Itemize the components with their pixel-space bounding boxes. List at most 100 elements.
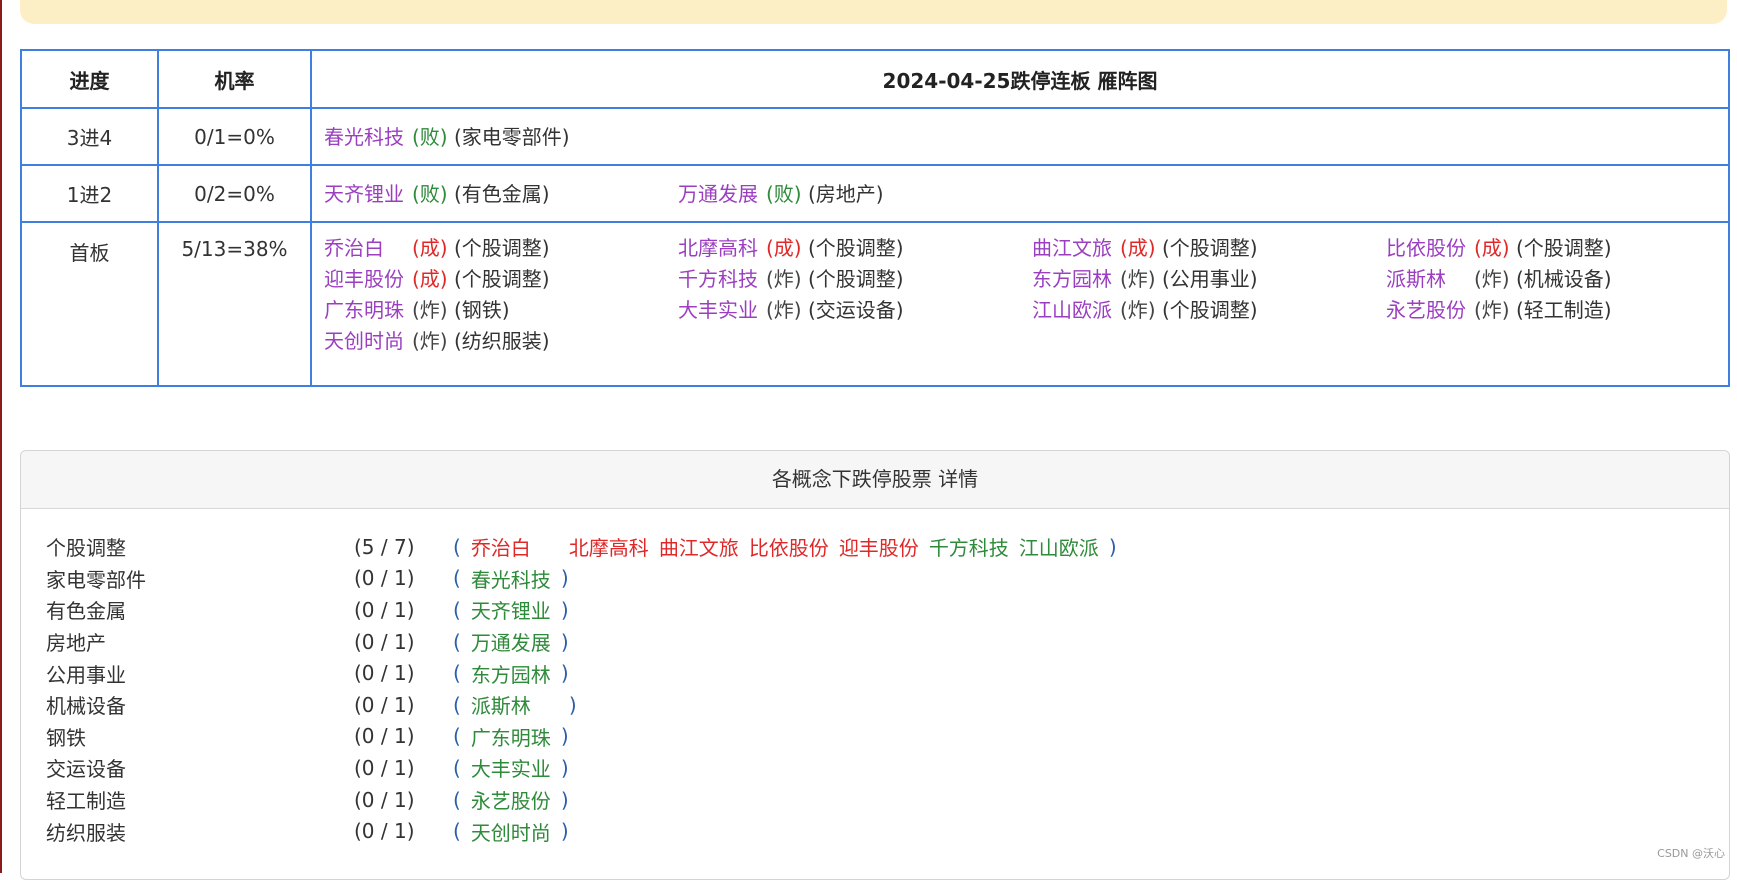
open-paren: ( (453, 661, 461, 686)
stock-entry: 乔治白 (成) (个股调整) (324, 237, 678, 259)
concept-name: 有色金属 (46, 599, 126, 624)
stock-result: (炸) (1120, 298, 1156, 322)
stock-entry: 广东明珠 (炸) (钢铁) (324, 299, 678, 321)
concept-row: 纺织服装 (0 / 1) (天创时尚) (46, 815, 1117, 847)
concept-stock-link[interactable]: 曲江文旅 (659, 532, 739, 561)
concept-stock-link[interactable]: 派斯林 (471, 690, 559, 719)
stock-result: (败) (766, 181, 802, 206)
concept-stock-link[interactable]: 万通发展 (471, 627, 551, 656)
limit-down-ladder-table: 进度 机率 2024-04-25跌停连板 雁阵图 3进4 0/1=0% 春光科技… (20, 49, 1730, 387)
concept-row: 家电零部件 (0 / 1) ( 春光科技) (46, 563, 1117, 595)
close-paren: ) (560, 724, 569, 749)
stock-result: (成) (1120, 236, 1156, 260)
concept-stock-link[interactable]: 大丰实业 (471, 753, 551, 782)
stocks-cell: 天齐锂业 (败) (有色金属) 万通发展 (败) (房地产) (310, 164, 1730, 223)
concept-name: 轻工制造 (46, 789, 126, 814)
panel-title: 各概念下跌停股票 详情 (21, 451, 1729, 509)
open-paren: ( (453, 597, 461, 622)
concept-stock-link[interactable]: 江山欧派 (1019, 532, 1099, 561)
stock-entry: 东方园林 (炸) (公用事业) (1032, 268, 1386, 290)
stocks-cell: 乔治白 (成) (个股调整) 北摩高科 (成) (个股调整) 曲江文旅 (成) (个股调整… (310, 221, 1730, 387)
left-border-rule (0, 0, 2, 873)
stock-industry: (个股调整) (453, 267, 550, 291)
stock-name-link[interactable]: 万通发展 (678, 183, 766, 205)
concept-stock-link[interactable]: 天创时尚 (471, 817, 551, 846)
concept-stock-link[interactable]: 迎丰股份 (839, 532, 919, 561)
open-paren: ( (453, 819, 461, 844)
stock-name-link[interactable]: 北摩高科 (678, 237, 766, 259)
stock-result: (成) (412, 236, 448, 260)
stock-name-link[interactable]: 天创时尚 (324, 330, 412, 352)
concept-list: 个股调整 (5 / 7) ( 乔治白 北摩高科 曲江文旅 比依股份 迎丰股份 千方科技 江山欧派)… (46, 531, 1117, 847)
concept-row: 交运设备 (0 / 1) (大丰实业) (46, 752, 1117, 784)
stage-cell: 首板 (20, 221, 159, 387)
concept-count: (0 / 1) (354, 787, 415, 812)
concept-name: 钢铁 (46, 725, 86, 750)
stock-name-link[interactable]: 永艺股份 (1386, 299, 1474, 321)
stock-entry: 江山欧派 (炸) (个股调整) (1032, 299, 1386, 321)
table-title: 2024-04-25跌停连板 雁阵图 (310, 49, 1730, 109)
concept-count: (0 / 1) (354, 661, 415, 686)
table-header-row: 进度 机率 2024-04-25跌停连板 雁阵图 (20, 49, 1730, 109)
stock-name-link[interactable]: 大丰实业 (678, 299, 766, 321)
stock-entry: 春光科技 (败) (家电零部件) (324, 126, 678, 148)
stock-name-link[interactable]: 东方园林 (1032, 268, 1120, 290)
stock-name-link[interactable]: 迎丰股份 (324, 268, 412, 290)
stock-industry: (房地产) (807, 181, 884, 206)
concept-stock-link[interactable]: 比依股份 (749, 532, 829, 561)
concept-stock-link[interactable]: 春光科技 (471, 564, 551, 593)
stock-name-link[interactable]: 派斯林 (1386, 268, 1474, 290)
concept-stock-link[interactable]: 乔治白 (471, 532, 559, 561)
stock-industry: (个股调整) (1161, 298, 1258, 322)
stage-cell: 1进2 (20, 164, 159, 223)
concept-count: (0 / 1) (354, 819, 415, 844)
concept-stock-link[interactable]: 天齐锂业 (471, 595, 551, 624)
stock-name-link[interactable]: 千方科技 (678, 268, 766, 290)
stock-name-link[interactable]: 乔治白 (324, 237, 412, 259)
close-paren: ) (560, 787, 569, 812)
stock-entry: 永艺股份 (炸) (轻工制造) (1386, 299, 1737, 321)
stock-entry: 比依股份 (成) (个股调整) (1386, 237, 1737, 259)
concept-count: (0 / 1) (354, 566, 415, 591)
stock-name-link[interactable]: 曲江文旅 (1032, 237, 1120, 259)
close-paren: ) (1108, 534, 1117, 559)
stock-name-link[interactable]: 比依股份 (1386, 237, 1474, 259)
stock-entry: 天齐锂业 (败) (有色金属) (324, 183, 678, 205)
concept-stock-link[interactable]: 东方园林 (471, 659, 551, 688)
concept-name: 公用事业 (46, 662, 126, 687)
stock-name-link[interactable]: 广东明珠 (324, 299, 412, 321)
stock-industry: (个股调整) (1161, 236, 1258, 260)
stock-industry: (有色金属) (453, 181, 550, 206)
concept-stock-link[interactable]: 永艺股份 (471, 785, 551, 814)
stock-result: (炸) (412, 298, 448, 322)
concept-name: 机械设备 (46, 694, 126, 719)
concept-row: 个股调整 (5 / 7) ( 乔治白 北摩高科 曲江文旅 比依股份 迎丰股份 千方科技 江山欧派) (46, 531, 1117, 563)
stock-industry: (个股调整) (807, 267, 904, 291)
concept-stock-link[interactable]: 广东明珠 (471, 722, 551, 751)
stock-name-link[interactable]: 江山欧派 (1032, 299, 1120, 321)
concept-stock-link[interactable]: 千方科技 (929, 532, 1009, 561)
concept-row: 有色金属 (0 / 1) (天齐锂业) (46, 594, 1117, 626)
concept-count: (0 / 1) (354, 755, 415, 780)
stage-cell: 3进4 (20, 107, 159, 166)
stock-result: (成) (412, 267, 448, 291)
stock-industry: (纺织服装) (453, 329, 550, 353)
concept-stock-link[interactable]: 北摩高科 (569, 532, 649, 561)
stock-name-link[interactable]: 春光科技 (324, 126, 412, 148)
concept-name: 家电零部件 (46, 567, 146, 592)
open-paren: ( (453, 692, 461, 717)
stock-industry: (钢铁) (453, 298, 510, 322)
concept-name: 个股调整 (46, 536, 126, 561)
stock-result: (成) (766, 236, 802, 260)
open-paren: ( (453, 629, 461, 654)
close-paren: ) (560, 566, 569, 591)
close-paren: ) (560, 597, 569, 622)
stock-industry: (交运设备) (807, 298, 904, 322)
concept-count: (5 / 7) (354, 534, 415, 559)
stock-name-link[interactable]: 天齐锂业 (324, 183, 412, 205)
stock-industry: (机械设备) (1515, 267, 1612, 291)
open-paren: ( (453, 724, 461, 749)
open-paren: ( (453, 566, 461, 591)
open-paren: ( (453, 534, 461, 559)
stock-industry: (个股调整) (453, 236, 550, 260)
